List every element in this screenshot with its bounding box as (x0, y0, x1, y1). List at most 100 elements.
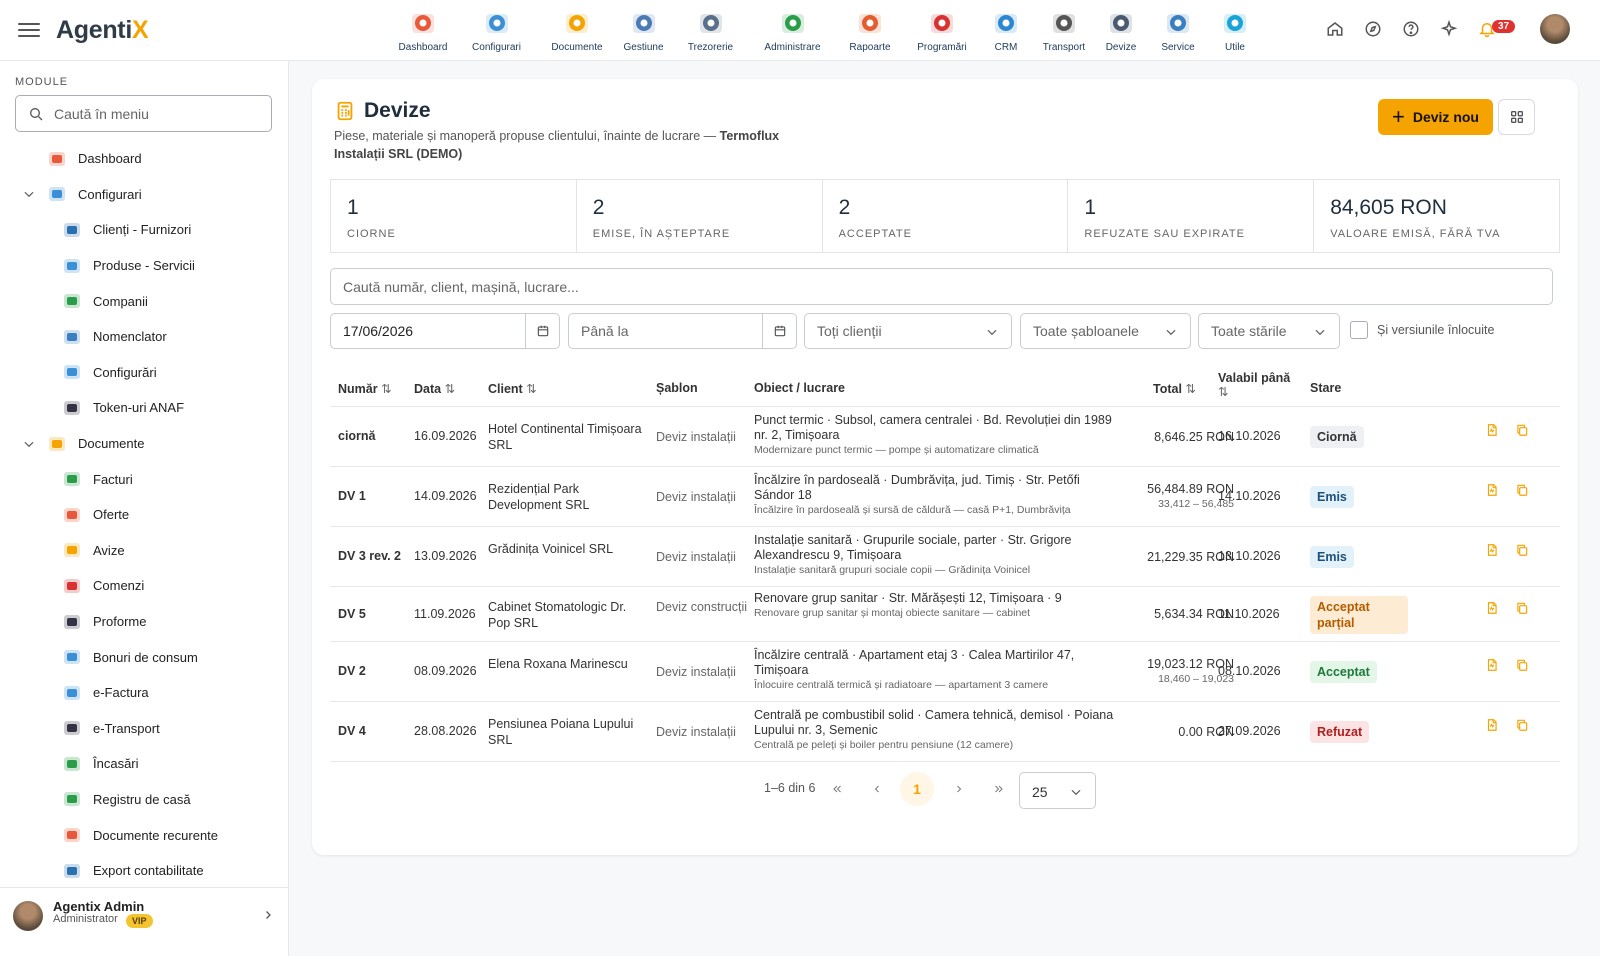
first-page-icon[interactable] (820, 772, 854, 806)
estimate-number[interactable]: DV 4 (338, 724, 366, 738)
col-valid-until[interactable]: Valabil până ⇅ (1218, 371, 1290, 399)
estimate-search-input[interactable]: Caută număr, client, mașină, lucrare... (330, 268, 1553, 305)
sidebar-item-e-factura[interactable]: e-Factura (0, 675, 289, 711)
table-row[interactable]: DV 3 rev. 2 13.09.2026 Grădinița Voinice… (330, 527, 1560, 587)
copy-icon[interactable] (1507, 543, 1537, 557)
estimate-number[interactable]: DV 3 rev. 2 (338, 549, 401, 563)
sidebar-item-bonuri-de-consum[interactable]: Bonuri de consum (0, 639, 289, 675)
sidebar-item-produse-servicii[interactable]: Produse - Servicii (0, 248, 289, 284)
last-page-icon[interactable] (982, 772, 1016, 806)
user-avatar[interactable] (1540, 14, 1570, 44)
menu-hamburger-icon[interactable] (18, 19, 40, 41)
table-row[interactable]: DV 2 08.09.2026 Elena Roxana Marinescu D… (330, 642, 1560, 702)
table-row[interactable]: DV 5 11.09.2026 Cabinet Stomatologic Dr.… (330, 587, 1560, 642)
chevron-down-icon[interactable] (22, 437, 38, 451)
module-car-service[interactable]: Service (1146, 6, 1210, 53)
calendar-icon[interactable] (525, 314, 559, 348)
new-estimate-button[interactable]: + Deviz nou (1378, 99, 1493, 135)
per-page-select[interactable]: 25 (1019, 772, 1096, 809)
sidebar-item-configurari[interactable]: Configurari (0, 177, 289, 213)
sparkles-icon[interactable] (1434, 14, 1464, 44)
table-row[interactable]: ciornă 16.09.2026 Hotel Continental Timi… (330, 407, 1560, 467)
module-shield-check[interactable]: Administrare (749, 6, 836, 53)
sidebar-item-documente[interactable]: Documente (0, 426, 289, 462)
table-row[interactable]: DV 4 28.08.2026 Pensiunea Poiana Lupului… (330, 702, 1560, 762)
sidebar-item-documente-recurente[interactable]: Documente recurente (0, 817, 289, 853)
sidebar-item-oferte[interactable]: Oferte (0, 497, 289, 533)
templates-select[interactable]: Toate șabloanele (1020, 313, 1191, 349)
stat-card[interactable]: 2 ACCEPTATE (823, 180, 1069, 252)
current-page-button[interactable]: 1 (900, 772, 934, 806)
module-clock[interactable]: Programări (904, 6, 980, 53)
estimate-number[interactable]: DV 2 (338, 664, 366, 678)
sidebar-item-configur-ri[interactable]: Configurări (0, 355, 289, 391)
pdf-icon[interactable] (1477, 543, 1507, 557)
estimate-number[interactable]: DV 1 (338, 489, 366, 503)
sidebar-item-token-uri-anaf[interactable]: Token-uri ANAF (0, 390, 289, 426)
date-to-field[interactable]: Până la (568, 313, 797, 349)
sidebar-item-nomenclator[interactable]: Nomenclator (0, 319, 289, 355)
col-date[interactable]: Data ⇅ (414, 381, 455, 396)
stat-card[interactable]: 84,605 RON VALOARE EMISĂ, FĂRĂ TVA (1314, 180, 1559, 252)
module-crm-cycle[interactable]: CRM (980, 6, 1032, 53)
module-truck[interactable]: Transport (1032, 6, 1096, 53)
date-from-field[interactable]: 17/06/2026 (330, 313, 560, 349)
home-icon[interactable] (1320, 14, 1350, 44)
sidebar-user[interactable]: Agentix Admin Administrator VIP (0, 887, 289, 956)
estimate-number[interactable]: ciornă (338, 429, 376, 443)
estimate-number[interactable]: DV 5 (338, 607, 366, 621)
help-icon[interactable] (1396, 14, 1426, 44)
copy-icon[interactable] (1507, 423, 1537, 437)
states-select[interactable]: Toate stările (1198, 313, 1340, 349)
sidebar-item-registru-de-cas-[interactable]: Registru de casă (0, 782, 289, 818)
grid-view-button[interactable] (1498, 99, 1535, 135)
module-help-circle[interactable]: Utile (1210, 6, 1260, 53)
col-number[interactable]: Număr ⇅ (338, 381, 392, 396)
pdf-icon[interactable] (1477, 718, 1507, 732)
replaced-versions-checkbox[interactable] (1350, 321, 1368, 339)
prev-page-icon[interactable] (860, 772, 894, 806)
module-documents[interactable]: Documente (539, 6, 615, 53)
sidebar-item-e-transport[interactable]: e-Transport (0, 711, 289, 747)
sidebar-item-export-contabilitate[interactable]: Export contabilitate (0, 853, 289, 889)
copy-icon[interactable] (1507, 718, 1537, 732)
sidebar-item-avize[interactable]: Avize (0, 533, 289, 569)
clients-select[interactable]: Toți clienții (804, 313, 1012, 349)
pdf-icon[interactable] (1477, 483, 1507, 497)
module-dashboard-chart[interactable]: Dashboard (392, 6, 454, 53)
sidebar-item-companii[interactable]: Companii (0, 283, 289, 319)
sidebar-item-facturi[interactable]: Facturi (0, 461, 289, 497)
shield-check-icon (777, 6, 809, 40)
sidebar-search-input[interactable]: Caută în meniu (15, 95, 272, 132)
chevron-down-icon[interactable] (22, 187, 38, 201)
module-report-pie[interactable]: Rapoarte (836, 6, 904, 53)
sidebar-item--ncas-ri[interactable]: Încasări (0, 746, 289, 782)
pdf-icon[interactable] (1477, 658, 1507, 672)
stat-card[interactable]: 2 EMISE, ÎN AȘTEPTARE (577, 180, 823, 252)
notifications-bell-icon[interactable]: 37 (1472, 14, 1516, 44)
sidebar-item-proforme[interactable]: Proforme (0, 604, 289, 640)
chevron-right-icon[interactable] (262, 908, 274, 926)
pdf-icon[interactable] (1477, 423, 1507, 437)
col-client[interactable]: Client ⇅ (488, 381, 537, 396)
estimate-date: 11.09.2026 (414, 606, 476, 621)
module-estimate-doc[interactable]: Devize (1096, 6, 1146, 53)
app-logo[interactable]: AgentiX (56, 16, 149, 45)
sidebar-item-dashboard[interactable]: Dashboard (0, 141, 289, 177)
copy-icon[interactable] (1507, 658, 1537, 672)
col-total[interactable]: Total ⇅ (1153, 381, 1196, 396)
module-warehouse[interactable]: Gestiune (615, 6, 672, 53)
next-page-icon[interactable] (942, 772, 976, 806)
module-wrench-gear[interactable]: Configurari (454, 6, 539, 53)
module-bank[interactable]: Trezorerie (672, 6, 749, 53)
table-row[interactable]: DV 1 14.09.2026 Rezidențial Park Develop… (330, 467, 1560, 527)
compass-icon[interactable] (1358, 14, 1388, 44)
calendar-icon[interactable] (762, 314, 796, 348)
sidebar-item-comenzi[interactable]: Comenzi (0, 568, 289, 604)
sidebar-item-clien-i-furnizori[interactable]: Clienți - Furnizori (0, 212, 289, 248)
copy-icon[interactable] (1507, 601, 1537, 615)
copy-icon[interactable] (1507, 483, 1537, 497)
stat-card[interactable]: 1 CIORNE (331, 180, 577, 252)
stat-card[interactable]: 1 REFUZATE SAU EXPIRATE (1068, 180, 1315, 252)
pdf-icon[interactable] (1477, 601, 1507, 615)
